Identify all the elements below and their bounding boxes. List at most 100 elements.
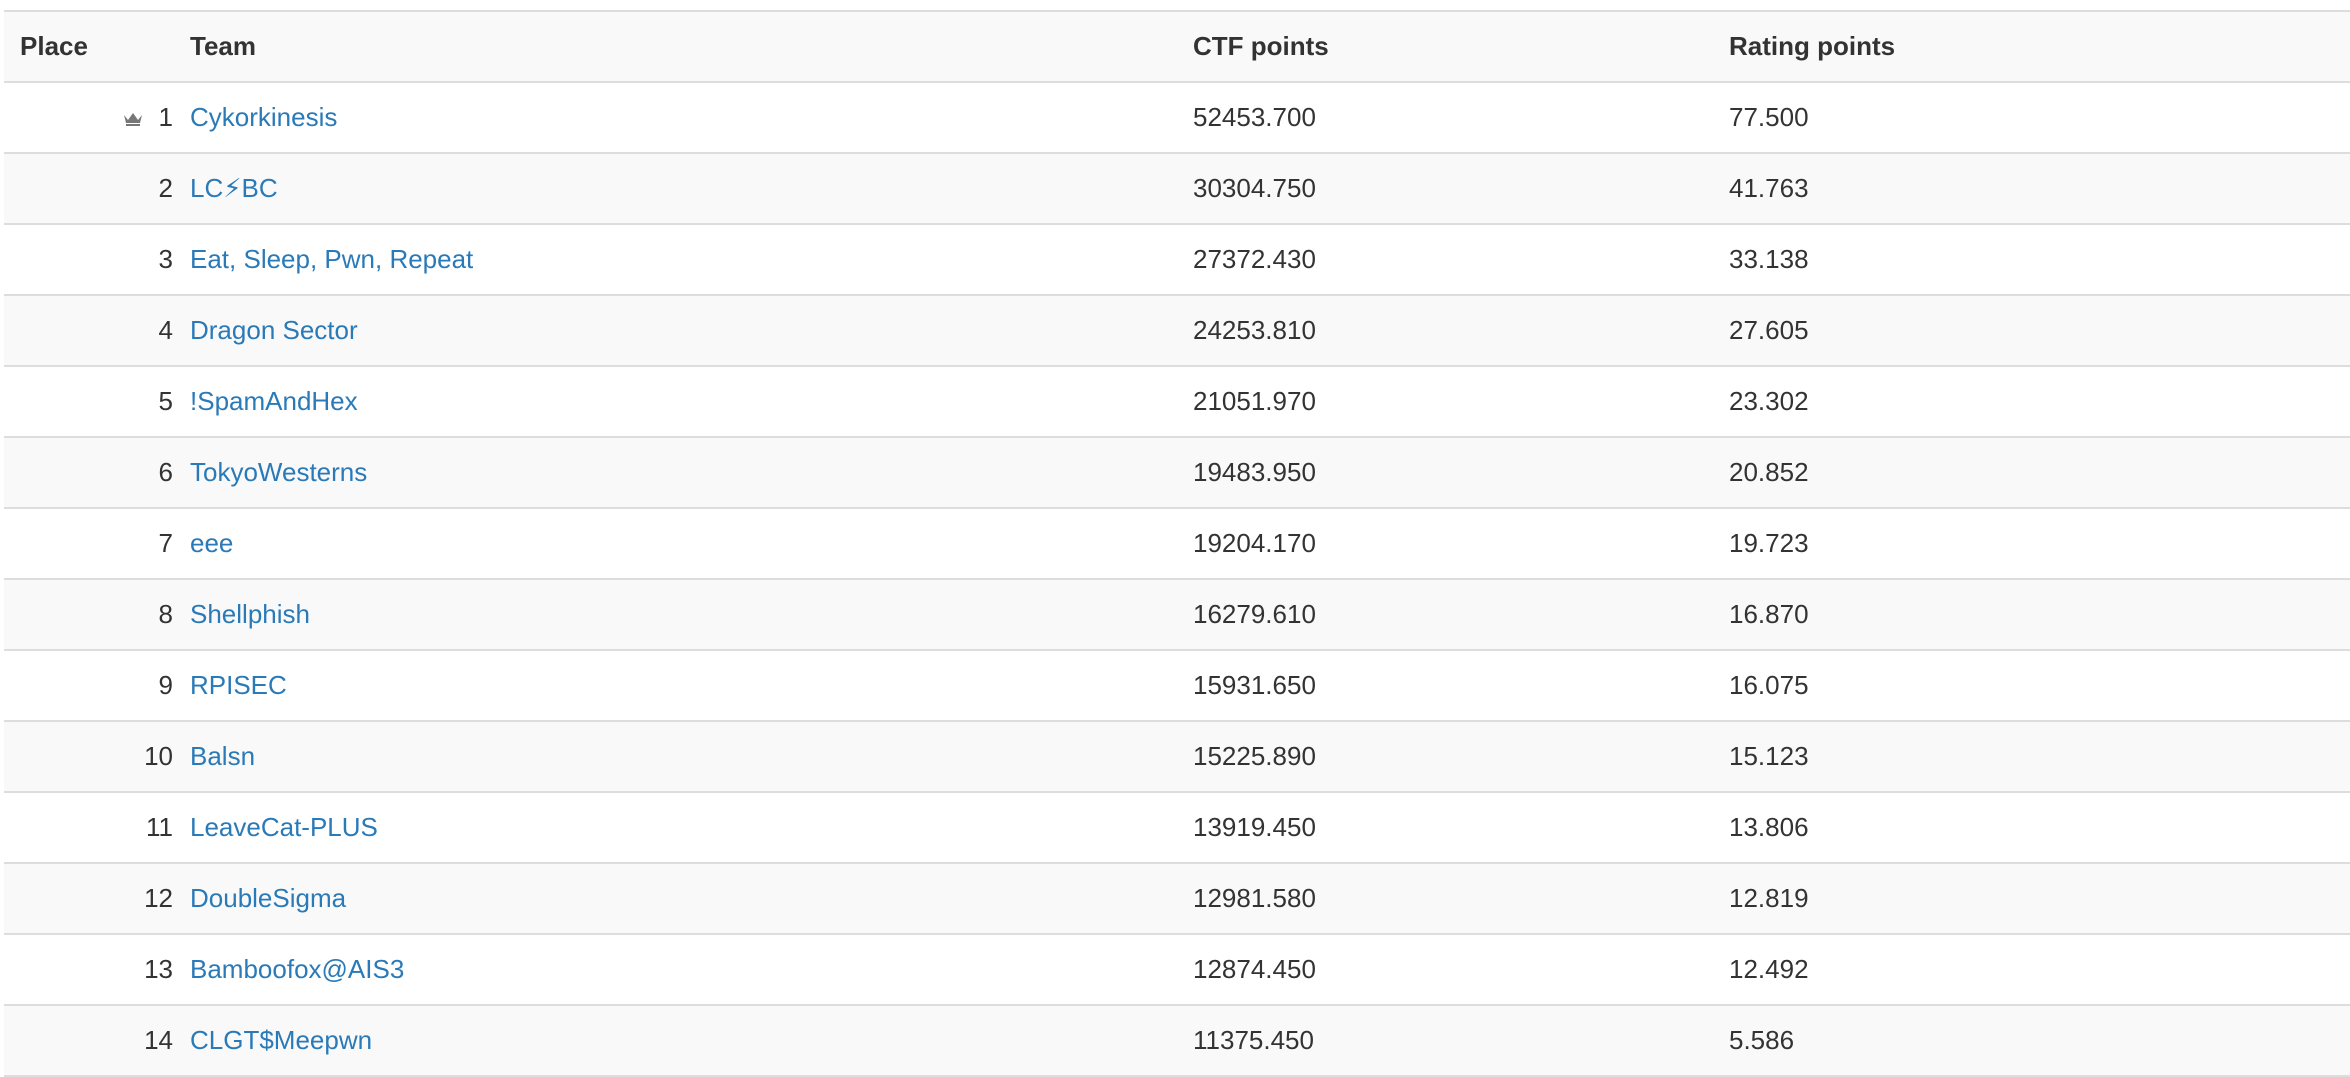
table-row: 10 Balsn 15225.890 15.123 <box>4 720 2350 792</box>
rating-points-cell: 5.586 <box>1712 1004 2350 1077</box>
column-header-place: Place <box>4 10 173 83</box>
table-row: 13 Bamboofox@AIS3 12874.450 12.492 <box>4 933 2350 1005</box>
team-link[interactable]: Balsn <box>190 741 255 771</box>
rating-points-cell: 19.723 <box>1712 507 2350 579</box>
ctf-points-cell: 24253.810 <box>1176 294 1712 366</box>
table-row: 14 CLGT$Meepwn 11375.450 5.586 <box>4 1004 2350 1077</box>
ctf-points-cell: 30304.750 <box>1176 152 1712 224</box>
rating-points-cell: 15.123 <box>1712 720 2350 792</box>
ctf-points-cell: 15225.890 <box>1176 720 1712 792</box>
team-link[interactable]: Cykorkinesis <box>190 102 337 132</box>
place-number: 11 <box>146 812 173 842</box>
team-rating-table: Place Team CTF points Rating points 1 Cyk… <box>4 10 2350 1077</box>
table-row: 12 DoubleSigma 12981.580 12.819 <box>4 862 2350 934</box>
ctf-points-cell: 12874.450 <box>1176 933 1712 1005</box>
team-link[interactable]: Dragon Sector <box>190 315 358 345</box>
table-row: 6 TokyoWesterns 19483.950 20.852 <box>4 436 2350 508</box>
team-link[interactable]: Shellphish <box>190 599 310 629</box>
place-number: 13 <box>144 954 173 984</box>
table-row: 1 Cykorkinesis 52453.700 77.500 <box>4 81 2350 153</box>
place-cell: 3 <box>4 223 173 295</box>
place-number: 3 <box>158 244 173 274</box>
table-row: 7 eee 19204.170 19.723 <box>4 507 2350 579</box>
place-cell: 6 <box>4 436 173 508</box>
place-number: 7 <box>158 528 173 558</box>
team-link[interactable]: TokyoWesterns <box>190 457 367 487</box>
rating-points-cell: 16.075 <box>1712 649 2350 721</box>
rating-points-cell: 41.763 <box>1712 152 2350 224</box>
team-cell: Cykorkinesis <box>173 81 1176 153</box>
team-link[interactable]: !SpamAndHex <box>190 386 358 416</box>
team-cell: !SpamAndHex <box>173 365 1176 437</box>
ctf-points-cell: 11375.450 <box>1176 1004 1712 1077</box>
rating-points-cell: 27.605 <box>1712 294 2350 366</box>
team-link[interactable]: Eat, Sleep, Pwn, Repeat <box>190 244 473 274</box>
table-row: 9 RPISEC 15931.650 16.075 <box>4 649 2350 721</box>
table-header: Place Team CTF points Rating points <box>4 10 2350 83</box>
table-body: 1 Cykorkinesis 52453.700 77.500 2 LC⚡BC 30304.… <box>4 81 2350 1077</box>
place-cell: 13 <box>4 933 173 1005</box>
place-number: 9 <box>158 670 173 700</box>
ctf-points-cell: 13919.450 <box>1176 791 1712 863</box>
place-cell: 1 <box>4 81 173 153</box>
team-cell: eee <box>173 507 1176 579</box>
rating-points-cell: 13.806 <box>1712 791 2350 863</box>
team-link[interactable]: Bamboofox@AIS3 <box>190 954 404 984</box>
team-cell: Shellphish <box>173 578 1176 650</box>
ctf-points-cell: 19204.170 <box>1176 507 1712 579</box>
place-cell: 2 <box>4 152 173 224</box>
place-cell: 10 <box>4 720 173 792</box>
ctf-points-cell: 19483.950 <box>1176 436 1712 508</box>
place-cell: 4 <box>4 294 173 366</box>
crown-icon <box>124 113 142 127</box>
team-link[interactable]: DoubleSigma <box>190 883 346 913</box>
place-cell: 11 <box>4 791 173 863</box>
ctf-points-cell: 27372.430 <box>1176 223 1712 295</box>
place-cell: 9 <box>4 649 173 721</box>
rating-points-cell: 12.819 <box>1712 862 2350 934</box>
header-row: Place Team CTF points Rating points <box>4 10 2350 83</box>
team-cell: Eat, Sleep, Pwn, Repeat <box>173 223 1176 295</box>
team-link[interactable]: CLGT$Meepwn <box>190 1025 372 1055</box>
rating-points-cell: 16.870 <box>1712 578 2350 650</box>
team-link[interactable]: LC⚡BC <box>190 173 278 203</box>
team-cell: Bamboofox@AIS3 <box>173 933 1176 1005</box>
rating-points-cell: 12.492 <box>1712 933 2350 1005</box>
team-cell: LeaveCat-PLUS <box>173 791 1176 863</box>
team-cell: LC⚡BC <box>173 152 1176 224</box>
place-number: 10 <box>144 741 173 771</box>
rating-points-cell: 33.138 <box>1712 223 2350 295</box>
team-cell: RPISEC <box>173 649 1176 721</box>
place-number: 2 <box>158 173 173 203</box>
table-row: 3 Eat, Sleep, Pwn, Repeat 27372.430 33.138 <box>4 223 2350 295</box>
ctf-points-cell: 21051.970 <box>1176 365 1712 437</box>
team-link[interactable]: RPISEC <box>190 670 287 700</box>
table-row: 8 Shellphish 16279.610 16.870 <box>4 578 2350 650</box>
team-cell: TokyoWesterns <box>173 436 1176 508</box>
ctf-points-cell: 52453.700 <box>1176 81 1712 153</box>
rating-points-cell: 77.500 <box>1712 81 2350 153</box>
place-number: 12 <box>144 883 173 913</box>
place-cell: 14 <box>4 1004 173 1077</box>
table-row: 5 !SpamAndHex 21051.970 23.302 <box>4 365 2350 437</box>
place-number: 8 <box>158 599 173 629</box>
place-cell: 5 <box>4 365 173 437</box>
team-link[interactable]: eee <box>190 528 233 558</box>
ctf-points-cell: 12981.580 <box>1176 862 1712 934</box>
place-cell: 8 <box>4 578 173 650</box>
place-number: 5 <box>158 386 173 416</box>
rating-points-cell: 23.302 <box>1712 365 2350 437</box>
table-row: 11 LeaveCat-PLUS 13919.450 13.806 <box>4 791 2350 863</box>
place-cell: 7 <box>4 507 173 579</box>
team-cell: CLGT$Meepwn <box>173 1004 1176 1077</box>
place-number: 4 <box>158 315 173 345</box>
team-link[interactable]: LeaveCat-PLUS <box>190 812 378 842</box>
team-cell: Balsn <box>173 720 1176 792</box>
rating-table-container: Place Team CTF points Rating points 1 Cyk… <box>4 10 2350 1077</box>
column-header-ctf-points: CTF points <box>1176 10 1712 83</box>
team-cell: Dragon Sector <box>173 294 1176 366</box>
column-header-team: Team <box>173 10 1176 83</box>
place-number: 6 <box>158 457 173 487</box>
place-cell: 12 <box>4 862 173 934</box>
place-number: 1 <box>158 102 173 132</box>
